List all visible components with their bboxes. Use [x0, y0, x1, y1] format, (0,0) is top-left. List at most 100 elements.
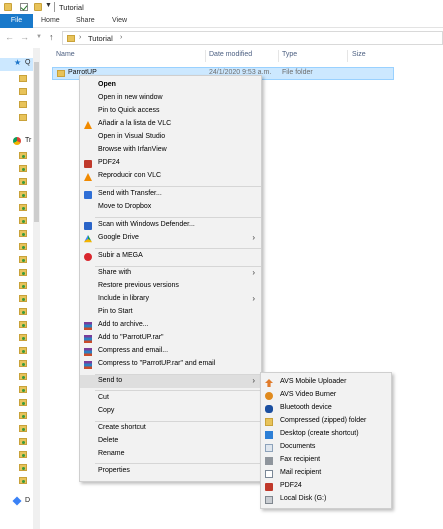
menu-item-cut[interactable]: Cut — [80, 392, 261, 405]
nav-synced-folder-icon[interactable] — [19, 477, 27, 484]
nav-synced-folder-icon[interactable] — [19, 243, 27, 250]
column-divider[interactable] — [347, 50, 348, 62]
nav-folder-icon[interactable] — [19, 75, 27, 82]
menu-item-send-transfer[interactable]: Send with Transfer... — [80, 188, 261, 201]
column-header-name[interactable]: Name — [56, 51, 75, 58]
menu-item-include-library[interactable]: Include in library › — [80, 293, 261, 306]
nav-synced-folder-icon[interactable] — [19, 451, 27, 458]
nav-synced-folder-icon[interactable] — [19, 269, 27, 276]
menu-item-delete[interactable]: Delete — [80, 435, 261, 448]
nav-scrollbar-thumb[interactable] — [34, 62, 39, 222]
nav-folder-icon[interactable] — [19, 114, 27, 121]
nav-quick-access-label[interactable]: Q — [25, 59, 30, 66]
nav-synced-folder-icon[interactable] — [19, 425, 27, 432]
nav-synced-folder-icon[interactable] — [19, 360, 27, 367]
menu-item-move-dropbox[interactable]: Move to Dropbox — [80, 201, 261, 214]
menu-item-create-shortcut[interactable]: Create shortcut — [80, 422, 261, 435]
nav-synced-folder-icon[interactable] — [19, 412, 27, 419]
menu-item-restore-versions[interactable]: Restore previous versions — [80, 280, 261, 293]
new-folder-icon[interactable] — [34, 3, 42, 11]
column-header-date[interactable]: Date modified — [209, 51, 252, 58]
tab-view[interactable]: View — [112, 14, 127, 28]
nav-synced-folder-icon[interactable] — [19, 438, 27, 445]
column-divider[interactable] — [205, 50, 206, 62]
menu-item-copy[interactable]: Copy — [80, 405, 261, 418]
nav-chrome-label[interactable]: Tr — [25, 137, 31, 144]
nav-synced-folder-icon[interactable] — [19, 217, 27, 224]
nav-synced-folder-icon[interactable] — [19, 165, 27, 172]
column-divider[interactable] — [278, 50, 279, 62]
nav-synced-folder-icon[interactable] — [19, 191, 27, 198]
send-to-compressed-folder[interactable]: Compressed (zipped) folder — [261, 415, 391, 428]
column-header-type[interactable]: Type — [282, 51, 297, 58]
column-header-size[interactable]: Size — [352, 51, 366, 58]
nav-synced-folder-icon[interactable] — [19, 308, 27, 315]
chevron-right-icon[interactable]: › — [79, 34, 81, 41]
folder-icon[interactable] — [4, 3, 12, 11]
menu-item-share-with[interactable]: Share with › — [80, 267, 261, 280]
menu-item-pin-quick-access[interactable]: Pin to Quick access — [80, 105, 261, 118]
mega-icon — [84, 253, 92, 261]
menu-item-pdf24[interactable]: PDF24 — [80, 157, 261, 170]
tab-share[interactable]: Share — [76, 14, 95, 28]
nav-synced-folder-icon[interactable] — [19, 334, 27, 341]
menu-item-add-rar[interactable]: Add to "ParrotUP.rar" — [80, 332, 261, 345]
send-to-documents[interactable]: Documents — [261, 441, 391, 454]
nav-dropbox-label[interactable]: D — [25, 497, 30, 504]
tab-file[interactable]: File — [0, 14, 33, 28]
menu-item-compress-rar-email[interactable]: Compress to "ParrotUP.rar" and email — [80, 358, 261, 371]
menu-item-upload-mega[interactable]: Subir a MEGA — [80, 250, 261, 263]
nav-synced-folder-icon[interactable] — [19, 152, 27, 159]
send-to-fax[interactable]: Fax recipient — [261, 454, 391, 467]
menu-item-pin-start[interactable]: Pin to Start — [80, 306, 261, 319]
nav-synced-folder-icon[interactable] — [19, 282, 27, 289]
nav-synced-folder-icon[interactable] — [19, 399, 27, 406]
send-to-mail[interactable]: Mail recipient — [261, 467, 391, 480]
menu-item-open-new-window[interactable]: Open in new window — [80, 92, 261, 105]
nav-synced-folder-icon[interactable] — [19, 256, 27, 263]
send-to-local-disk[interactable]: Local Disk (G:) — [261, 493, 391, 506]
menu-item-google-drive[interactable]: Google Drive › — [80, 232, 261, 245]
forward-arrow-icon[interactable]: → — [20, 32, 29, 42]
chrome-icon[interactable] — [13, 137, 21, 145]
nav-synced-folder-icon[interactable] — [19, 386, 27, 393]
menu-item-properties[interactable]: Properties — [80, 465, 261, 478]
customize-toolbar-chevron-icon[interactable]: ▼ — [45, 2, 52, 9]
chevron-right-icon[interactable]: › — [120, 34, 122, 41]
breadcrumb-tutorial[interactable]: Tutorial — [88, 34, 113, 43]
menu-item-rename[interactable]: Rename — [80, 448, 261, 461]
send-to-avs-mobile-uploader[interactable]: AVS Mobile Uploader — [261, 376, 391, 389]
send-to-bluetooth[interactable]: Bluetooth device — [261, 402, 391, 415]
menu-item-open-visual-studio[interactable]: Open in Visual Studio — [80, 131, 261, 144]
nav-synced-folder-icon[interactable] — [19, 204, 27, 211]
nav-synced-folder-icon[interactable] — [19, 347, 27, 354]
nav-folder-icon[interactable] — [19, 101, 27, 108]
send-to-pdf24[interactable]: PDF24 — [261, 480, 391, 493]
window-title: Tutorial — [59, 3, 84, 12]
nav-synced-folder-icon[interactable] — [19, 464, 27, 471]
nav-synced-folder-icon[interactable] — [19, 373, 27, 380]
menu-item-send-to[interactable]: Send to › — [80, 375, 261, 388]
recent-locations-chevron-icon[interactable]: ▼ — [36, 34, 42, 40]
address-bar[interactable]: › Tutorial › — [62, 31, 443, 45]
nav-synced-folder-icon[interactable] — [19, 230, 27, 237]
send-to-avs-video-burner[interactable]: AVS Video Burner — [261, 389, 391, 402]
nav-synced-folder-icon[interactable] — [19, 295, 27, 302]
menu-item-add-vlc-list[interactable]: Añadir a la lista de VLC — [80, 118, 261, 131]
properties-check-icon[interactable] — [20, 3, 28, 11]
pdf24-icon — [84, 160, 92, 168]
nav-folder-icon[interactable] — [19, 88, 27, 95]
nav-synced-folder-icon[interactable] — [19, 178, 27, 185]
tab-home[interactable]: Home — [41, 14, 60, 28]
menu-item-open[interactable]: Open — [80, 79, 261, 92]
back-arrow-icon[interactable]: ← — [5, 32, 14, 42]
menu-item-scan-defender[interactable]: Scan with Windows Defender... — [80, 219, 261, 232]
pdf24-icon — [265, 483, 273, 491]
menu-item-browse-irfanview[interactable]: Browse with IrfanView — [80, 144, 261, 157]
up-arrow-icon[interactable]: ↑ — [49, 32, 54, 42]
menu-item-add-archive[interactable]: Add to archive... — [80, 319, 261, 332]
nav-synced-folder-icon[interactable] — [19, 321, 27, 328]
menu-item-compress-email[interactable]: Compress and email... — [80, 345, 261, 358]
send-to-desktop[interactable]: Desktop (create shortcut) — [261, 428, 391, 441]
menu-item-play-vlc[interactable]: Reproducir con VLC — [80, 170, 261, 183]
